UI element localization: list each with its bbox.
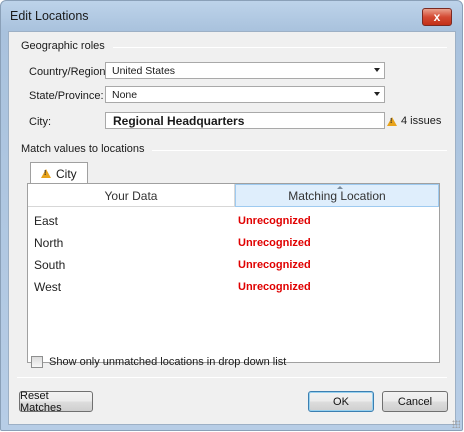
reset-matches-button[interactable]: Reset Matches [19, 390, 93, 414]
dialog-body: Geographic roles Country/Region: United … [8, 31, 456, 425]
table-row[interactable]: West Unrecognized [28, 276, 439, 298]
state-value: None [112, 89, 138, 101]
section-divider [152, 150, 447, 151]
edit-locations-dialog: Edit Locations x Geographic roles Countr… [0, 0, 463, 431]
resize-grip-icon[interactable] [452, 420, 460, 428]
close-button[interactable]: x [422, 8, 452, 26]
country-value: United States [112, 65, 176, 77]
row-match-status[interactable]: Unrecognized [238, 215, 311, 227]
city-label: City: [29, 116, 51, 128]
row-match-status[interactable]: Unrecognized [238, 237, 311, 249]
country-label: Country/Region: [29, 66, 109, 78]
row-match-status[interactable]: Unrecognized [238, 281, 311, 293]
cancel-button[interactable]: Cancel [382, 391, 448, 412]
row-data-value: North [34, 236, 64, 250]
dialog-title: Edit Locations [10, 9, 89, 23]
footer-divider [17, 377, 447, 378]
row-match-status[interactable]: Unrecognized [238, 259, 311, 271]
tab-city-label: City [56, 166, 77, 181]
row-data-value: East [34, 214, 59, 228]
row-data-value: South [34, 258, 66, 272]
unmatched-only-option[interactable]: Show only unmatched locations in drop do… [31, 356, 286, 368]
issues-link[interactable]: 4 issues [387, 115, 441, 127]
table-row[interactable]: South Unrecognized [28, 254, 439, 276]
column-header-matching-location[interactable]: Matching Location [235, 184, 439, 207]
geographic-roles-header: Geographic roles [21, 40, 105, 52]
match-grid: Your Data Matching Location East Unrecog… [27, 183, 440, 363]
unmatched-only-label: Show only unmatched locations in drop do… [49, 356, 287, 368]
tab-city[interactable]: City [30, 162, 88, 184]
warning-icon [387, 116, 397, 126]
table-row[interactable]: North Unrecognized [28, 232, 439, 254]
row-data-value: West [34, 280, 62, 294]
unmatched-only-checkbox[interactable] [31, 356, 43, 368]
column-header-matching-location-label: Matching Location [288, 188, 386, 203]
dropdown-arrow-icon [374, 68, 380, 72]
city-field[interactable]: Regional Headquarters [105, 112, 385, 129]
ok-button[interactable]: OK [308, 391, 374, 412]
close-icon: x [433, 10, 441, 24]
state-label: State/Province: [29, 90, 104, 102]
grid-header: Your Data Matching Location [28, 184, 439, 207]
issues-count: 4 issues [401, 115, 442, 127]
warning-icon [41, 169, 51, 178]
table-row[interactable]: East Unrecognized [28, 210, 439, 232]
title-bar[interactable]: Edit Locations x [1, 1, 462, 31]
section-divider [113, 47, 447, 48]
match-values-header: Match values to locations [21, 143, 145, 155]
dropdown-arrow-icon [374, 92, 380, 96]
sort-ascending-icon [337, 186, 343, 189]
column-header-your-data[interactable]: Your Data [28, 184, 235, 207]
state-dropdown[interactable]: None [105, 86, 385, 103]
country-dropdown[interactable]: United States [105, 62, 385, 79]
